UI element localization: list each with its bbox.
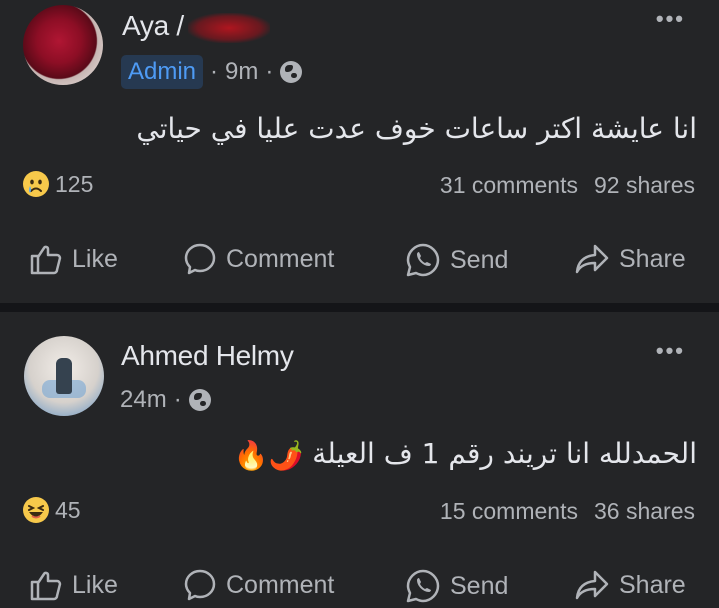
share-arrow-icon [575,570,609,600]
whatsapp-icon [406,243,440,277]
share-arrow-icon [575,244,609,274]
post-time[interactable]: 9m [225,58,258,86]
redaction-scribble [187,12,270,43]
reaction-count: 45 [55,496,81,523]
comment-label: Comment [226,570,335,599]
globe-icon [280,61,303,83]
post-text: انا عايشة اكتر ساعات خوف عدت عليا في حيا… [136,112,697,145]
comments-count[interactable]: 15 comments [440,498,578,525]
share-button[interactable]: Share [573,241,686,277]
comment-button[interactable]: Comment [182,241,334,277]
engagement-stats: 15 comments 36 shares [440,498,695,525]
shares-count[interactable]: 92 shares [594,172,695,199]
comment-button[interactable]: Comment [182,567,334,603]
author-name-text[interactable]: Aya [122,10,169,41]
sad-reaction-icon [23,171,49,197]
post-text-content: الحمدلله انا تريند رقم 1 ف العيلة [312,437,697,470]
post-text: الحمدلله انا تريند رقم 1 ف العيلة 🌶️🔥 [230,437,697,472]
action-bar: Like Comment Send Share [0,241,719,281]
action-bar: Like Comment Send Share [0,567,719,607]
author-name-suffix: / [176,10,184,41]
reaction-count: 125 [55,170,94,197]
author-name[interactable]: Ahmed Helmy [121,340,294,372]
post-meta: Admin · 9m · [121,55,303,89]
author-name[interactable]: Aya / [122,10,270,43]
like-button[interactable]: Like [28,241,118,277]
engagement-stats: 31 comments 92 shares [440,172,695,199]
chili-fire-emojis: 🌶️🔥 [233,438,304,472]
post-separator [0,303,719,312]
share-label: Share [619,244,686,273]
separator-dot: · [210,58,219,85]
more-options-icon[interactable]: ••• [656,6,685,32]
like-label: Like [72,570,118,599]
globe-icon [188,389,211,411]
thumbs-up-icon [30,571,62,601]
share-button[interactable]: Share [573,567,686,603]
avatar[interactable] [23,5,103,85]
avatar[interactable] [24,336,104,416]
post-meta: 24m · [120,386,211,414]
post-time[interactable]: 24m [120,386,167,414]
admin-badge[interactable]: Admin [121,55,204,89]
comment-bubble-icon [184,569,216,601]
shares-count[interactable]: 36 shares [594,498,695,525]
comment-label: Comment [226,244,335,273]
comments-count[interactable]: 31 comments [440,172,578,199]
comment-bubble-icon [184,243,216,275]
send-button[interactable]: Send [404,241,508,279]
reaction-summary[interactable]: 125 [22,170,93,198]
send-label: Send [450,571,509,600]
like-button[interactable]: Like [28,567,118,603]
thumbs-up-icon [30,245,62,275]
like-label: Like [72,244,118,273]
post-card: Aya / Admin · 9m · ••• انا عايشة اكتر سا… [0,0,719,303]
separator-dot: · [173,386,182,413]
whatsapp-icon [406,569,440,603]
separator-dot: · [265,58,274,85]
reaction-summary[interactable]: 45 [22,496,81,524]
send-label: Send [450,245,509,274]
haha-reaction-icon [23,497,49,523]
share-label: Share [619,570,686,599]
send-button[interactable]: Send [404,567,508,605]
more-options-icon[interactable]: ••• [656,338,685,364]
avatar-person-figure [56,358,72,394]
